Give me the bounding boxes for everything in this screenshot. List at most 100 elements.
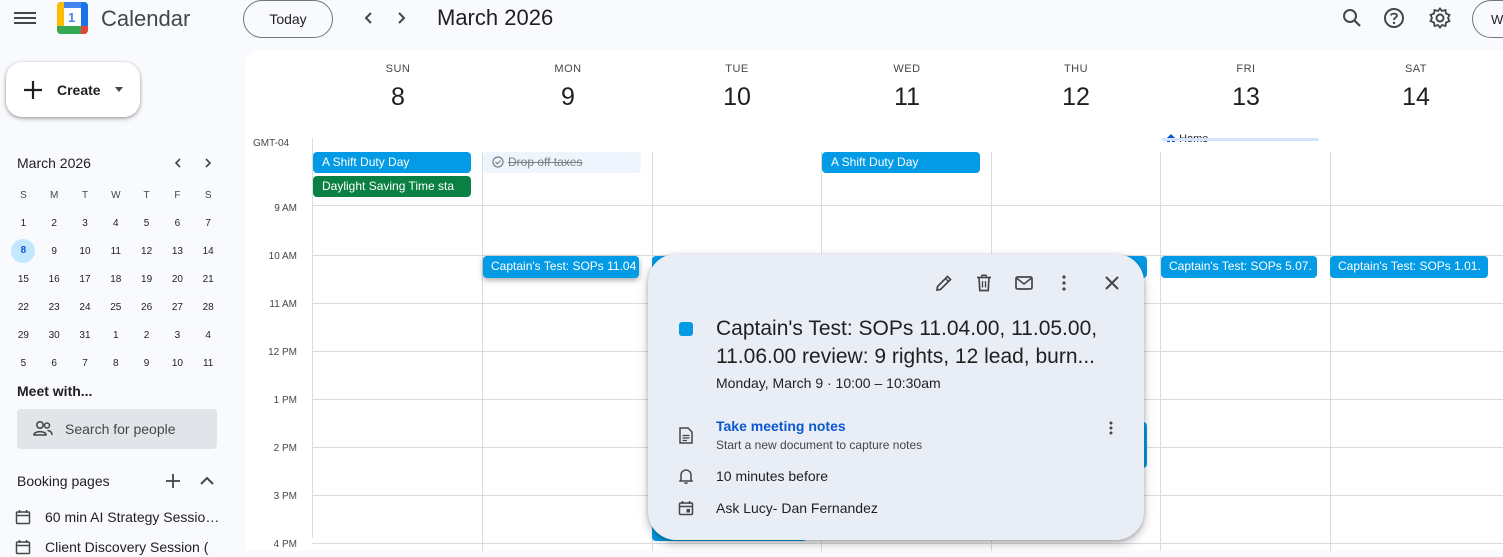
- mini-calendar-day[interactable]: 9: [131, 358, 162, 369]
- mini-calendar-day[interactable]: 20: [162, 274, 193, 285]
- booking-page-item[interactable]: 60 min AI Strategy Session...: [15, 507, 235, 527]
- booking-page-item[interactable]: Client Discovery Session (: [15, 537, 235, 557]
- mini-calendar-day[interactable]: 4: [100, 218, 131, 229]
- settings-gear-icon[interactable]: [1428, 6, 1452, 30]
- day-header-wed[interactable]: WED 11: [822, 63, 992, 112]
- mini-calendar-day[interactable]: 1: [8, 218, 39, 229]
- timed-event[interactable]: Captain's Test: SOPs 1.01.: [1330, 256, 1488, 278]
- mini-calendar-day-number: 22: [17, 301, 29, 313]
- day-number[interactable]: 12: [991, 83, 1161, 112]
- mini-calendar-day[interactable]: 11: [193, 358, 224, 369]
- mini-calendar-day[interactable]: 17: [70, 274, 101, 285]
- day-header-sun[interactable]: SUN 8: [313, 63, 483, 112]
- create-button[interactable]: Create: [6, 62, 140, 117]
- more-options-vertical-dots-icon[interactable]: [1054, 273, 1074, 293]
- day-header-thu[interactable]: THU 12: [991, 63, 1161, 112]
- chevron-up-icon[interactable]: [198, 472, 216, 490]
- timed-event[interactable]: Captain's Test: SOPs 5.07.: [1161, 256, 1317, 278]
- mini-calendar-day[interactable]: 28: [193, 302, 224, 313]
- email-guests-mail-icon[interactable]: [1014, 273, 1034, 293]
- search-people-input[interactable]: Search for people: [17, 409, 217, 449]
- mini-calendar-day[interactable]: 5: [131, 218, 162, 229]
- notes-more-options-icon[interactable]: [1102, 418, 1120, 438]
- mini-calendar-day[interactable]: 18: [100, 274, 131, 285]
- close-icon[interactable]: [1102, 273, 1122, 293]
- mini-calendar-day-number: 7: [205, 217, 211, 229]
- working-location-chip[interactable]: Home: [1162, 133, 1262, 149]
- edit-event-pencil-icon[interactable]: [934, 273, 954, 293]
- mini-calendar-day[interactable]: 24: [70, 302, 101, 313]
- mini-calendar-previous-icon[interactable]: [170, 155, 186, 171]
- add-booking-page-icon[interactable]: [164, 472, 182, 490]
- mini-calendar-day[interactable]: 2: [39, 218, 70, 229]
- mini-calendar-day[interactable]: 10: [70, 246, 101, 257]
- mini-calendar-day[interactable]: 6: [162, 218, 193, 229]
- mini-calendar-day[interactable]: 11: [100, 246, 131, 257]
- day-number[interactable]: 11: [822, 83, 992, 112]
- mini-calendar-day-number: 3: [82, 217, 88, 229]
- mini-calendar-day[interactable]: 21: [193, 274, 224, 285]
- mini-calendar-day[interactable]: 5: [8, 358, 39, 369]
- mini-calendar-day[interactable]: 6: [39, 358, 70, 369]
- task-done-icon: [492, 156, 504, 168]
- day-header-fri[interactable]: FRI 13: [1161, 63, 1331, 112]
- day-header-tue[interactable]: TUE 10: [652, 63, 822, 112]
- mini-calendar-day[interactable]: 1: [100, 330, 131, 341]
- day-number[interactable]: 8: [313, 83, 483, 112]
- account-initial: W: [1491, 11, 1503, 27]
- mini-calendar-day[interactable]: 26: [131, 302, 162, 313]
- create-dropdown-caret-icon[interactable]: [114, 87, 123, 92]
- mini-calendar-day[interactable]: 9: [39, 246, 70, 257]
- mini-calendar-next-icon[interactable]: [200, 155, 216, 171]
- mini-calendar-day[interactable]: 25: [100, 302, 131, 313]
- mini-calendar-day[interactable]: 22: [8, 302, 39, 313]
- day-header-sat[interactable]: SAT 14: [1331, 63, 1501, 112]
- day-number[interactable]: 14: [1331, 83, 1501, 112]
- all-day-event[interactable]: A Shift Duty Day: [822, 152, 980, 173]
- mini-calendar-day[interactable]: 16: [39, 274, 70, 285]
- current-month-title: March 2026: [437, 5, 554, 30]
- day-number[interactable]: 9: [483, 83, 653, 112]
- day-header-mon[interactable]: MON 9: [483, 63, 653, 112]
- account-button[interactable]: W: [1472, 0, 1503, 38]
- mini-calendar-day[interactable]: 30: [39, 330, 70, 341]
- search-icon[interactable]: [1340, 6, 1364, 30]
- time-label: 3 PM: [273, 491, 297, 502]
- day-of-week: TUE: [725, 63, 749, 75]
- mini-calendar-day[interactable]: 8: [8, 239, 39, 263]
- mini-calendar-day[interactable]: 13: [162, 246, 193, 257]
- mini-calendar-day[interactable]: 14: [193, 246, 224, 257]
- mini-calendar-day[interactable]: 19: [131, 274, 162, 285]
- mini-calendar-day[interactable]: 3: [162, 330, 193, 341]
- day-number[interactable]: 13: [1161, 83, 1331, 112]
- mini-calendar-day[interactable]: 3: [70, 218, 101, 229]
- delete-event-trash-icon[interactable]: [974, 273, 994, 293]
- all-day-event[interactable]: Daylight Saving Time sta: [313, 176, 471, 197]
- day-number[interactable]: 10: [652, 83, 822, 112]
- mini-calendar-day[interactable]: 27: [162, 302, 193, 313]
- previous-week-icon[interactable]: [357, 6, 381, 30]
- mini-calendar-day[interactable]: 7: [70, 358, 101, 369]
- main-menu-icon[interactable]: [14, 9, 36, 27]
- take-meeting-notes-link[interactable]: Take meeting notes: [716, 418, 846, 434]
- mini-calendar-day[interactable]: 4: [193, 330, 224, 341]
- next-week-icon[interactable]: [389, 6, 413, 30]
- mini-calendar-day[interactable]: 2: [131, 330, 162, 341]
- today-button[interactable]: Today: [243, 0, 333, 38]
- mini-calendar-day[interactable]: 8: [100, 358, 131, 369]
- mini-calendar-day[interactable]: 10: [162, 358, 193, 369]
- all-day-event[interactable]: A Shift Duty Day: [313, 152, 471, 173]
- mini-calendar-day-number: 9: [51, 245, 57, 257]
- timed-event-selected[interactable]: Captain's Test: SOPs 11.04: [483, 256, 639, 278]
- calendar-logo-icon[interactable]: 1: [57, 2, 88, 34]
- mini-calendar-day[interactable]: 31: [70, 330, 101, 341]
- mini-calendar-day[interactable]: 12: [131, 246, 162, 257]
- help-icon[interactable]: [1382, 6, 1406, 30]
- all-day-task[interactable]: Drop off taxes: [483, 152, 641, 173]
- mini-calendar-day-number: 24: [79, 301, 91, 313]
- mini-calendar-day[interactable]: 7: [193, 218, 224, 229]
- mini-calendar-day[interactable]: 15: [8, 274, 39, 285]
- mini-calendar-day[interactable]: 23: [39, 302, 70, 313]
- mini-calendar-day-number: 15: [17, 273, 29, 285]
- mini-calendar-day[interactable]: 29: [8, 330, 39, 341]
